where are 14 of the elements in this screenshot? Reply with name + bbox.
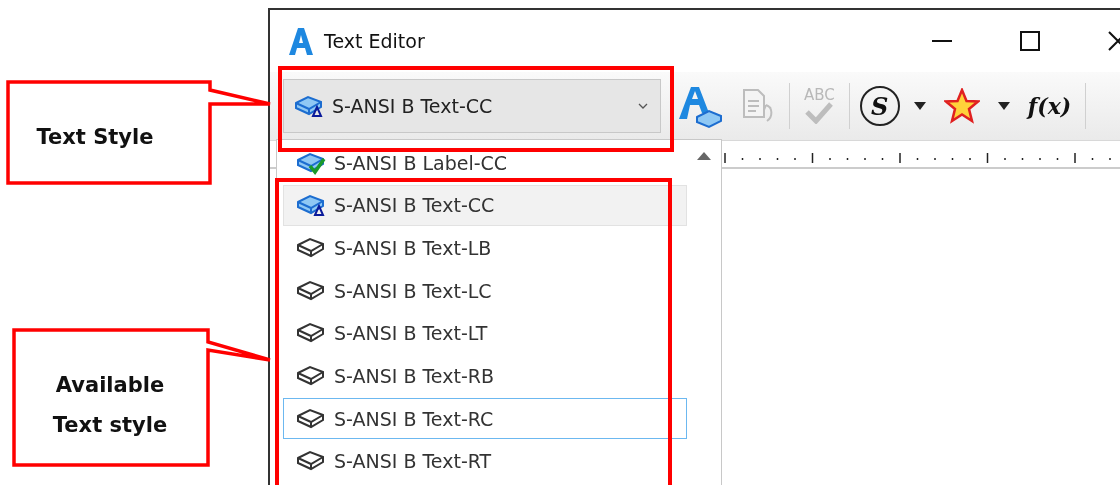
callout-label: Text Style bbox=[35, 124, 155, 151]
style-list-item[interactable]: S-ANSI B Text-LB bbox=[283, 227, 687, 269]
style-list-item[interactable]: S-ANSI B Text-LC bbox=[283, 270, 687, 312]
style-list-item[interactable]: S-ANSI B Text-RB bbox=[283, 355, 687, 397]
style-list-item[interactable]: S-ANSI B Text-RT bbox=[283, 440, 687, 482]
field-button[interactable]: f(x) bbox=[1023, 81, 1076, 131]
window-title: Text Editor bbox=[324, 30, 426, 52]
text-style-dropdown[interactable]: S-ANSI B Text-CC bbox=[283, 79, 661, 133]
style-list-item[interactable]: S-ANSI B Text-CC bbox=[283, 184, 687, 226]
symbol-button[interactable]: S bbox=[859, 86, 900, 126]
style-list-item[interactable]: S-ANSI B Text-LT bbox=[283, 312, 687, 354]
style-list-item[interactable]: S-ANSI B Text-RC bbox=[283, 398, 687, 440]
callout-label: Available Text style bbox=[51, 372, 169, 439]
style-list-item[interactable]: S-ANSI B Label-CC bbox=[283, 142, 687, 183]
